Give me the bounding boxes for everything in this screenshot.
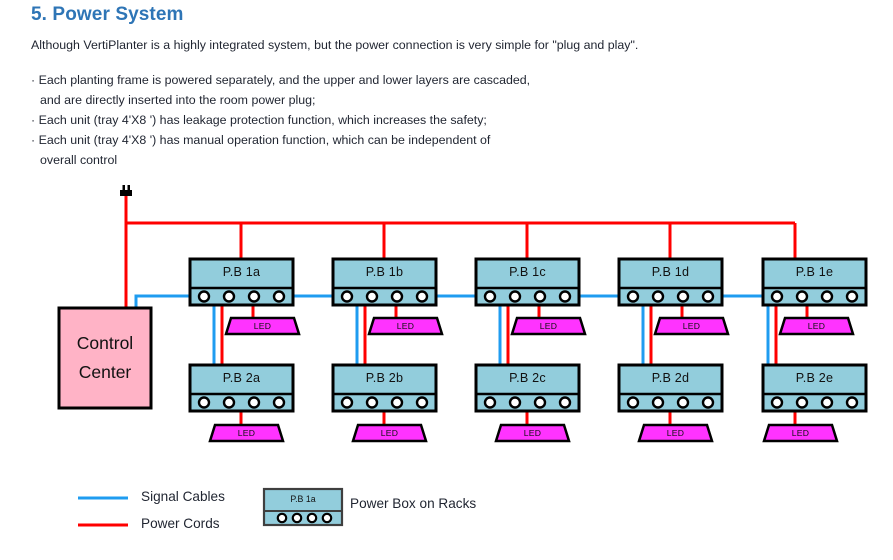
power-plug-icon [120, 185, 132, 196]
led-badge-1b[interactable] [367, 316, 444, 336]
control-center-box[interactable] [57, 306, 153, 410]
led-badge-1d[interactable] [653, 316, 730, 336]
led-badge-2a[interactable] [208, 423, 285, 443]
power-box-2b[interactable] [331, 363, 438, 413]
power-box-2d[interactable] [617, 363, 724, 413]
power-box-2c[interactable] [474, 363, 581, 413]
led-badge-2e[interactable] [762, 423, 839, 443]
led-badge-1a[interactable] [224, 316, 301, 336]
led-badge-1c[interactable] [510, 316, 587, 336]
power-system-diagram [0, 0, 893, 560]
led-badge-2b[interactable] [351, 423, 428, 443]
power-box-1a[interactable] [188, 257, 295, 307]
power-box-1c[interactable] [474, 257, 581, 307]
led-badge-1e[interactable] [778, 316, 855, 336]
power-box-1e[interactable] [761, 257, 868, 307]
led-badge-2d[interactable] [637, 423, 714, 443]
power-box-2e[interactable] [761, 363, 868, 413]
power-box-1b[interactable] [331, 257, 438, 307]
led-badge-2c[interactable] [494, 423, 571, 443]
legend-power-box-swatch [262, 487, 344, 527]
power-box-1d[interactable] [617, 257, 724, 307]
power-box-2a[interactable] [188, 363, 295, 413]
diagram-canvas [57, 185, 868, 527]
